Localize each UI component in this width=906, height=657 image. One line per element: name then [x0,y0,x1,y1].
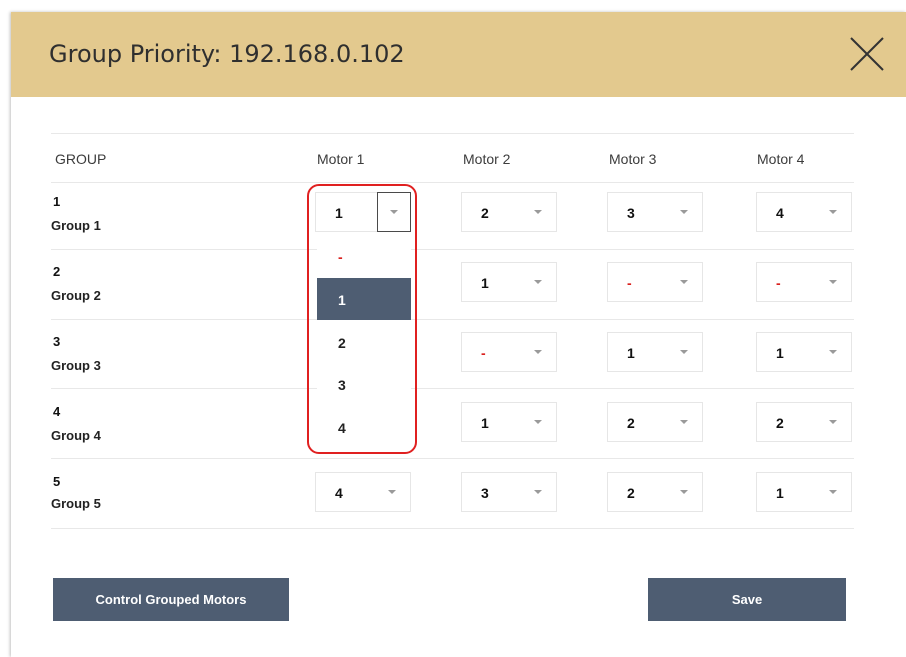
chevron-down-icon [534,280,542,284]
chevron-down-icon [388,490,396,494]
motor-2-select-group-3[interactable]: - [461,332,557,372]
select-value: 1 [481,275,489,291]
row-divider [51,249,854,250]
group-number: 3 [53,334,61,349]
chevron-down-icon [534,350,542,354]
group-number: 5 [53,474,61,489]
select-value: 1 [776,345,784,361]
group-number: 4 [53,404,61,419]
motor-3-select-group-2[interactable]: - [607,262,703,302]
chevron-down-icon [680,210,688,214]
close-icon[interactable] [849,36,885,72]
row-divider [51,388,854,389]
motor-4-select-group-2[interactable]: - [756,262,852,302]
group-name: Group 5 [51,496,101,511]
chevron-down-icon [680,420,688,424]
motor-2-select-group-1[interactable]: 2 [461,192,557,232]
motor-4-select-group-1[interactable]: 4 [756,192,852,232]
dropdown-option-4[interactable]: 4 [317,406,411,439]
chevron-down-icon [829,280,837,284]
select-value: 4 [335,485,343,501]
row-divider [51,458,854,459]
select-value: 2 [776,415,784,431]
select-value: - [776,275,781,291]
dropdown-option-2[interactable]: 2 [317,321,411,363]
save-button[interactable]: Save [648,578,846,621]
motor-3-select-group-5[interactable]: 2 [607,472,703,512]
group-name: Group 4 [51,428,101,443]
motor-4-select-group-3[interactable]: 1 [756,332,852,372]
column-header-motor-1: Motor 1 [317,151,365,167]
dialog-header: Group Priority: 192.168.0.102 [11,12,906,97]
motor-1-dropdown-list: - 1 2 3 4 [317,249,411,439]
chevron-down-icon [534,420,542,424]
chevron-down-icon [390,210,398,214]
select-value: 2 [481,205,489,221]
chevron-down-icon [829,420,837,424]
column-header-motor-4: Motor 4 [757,151,805,167]
group-name: Group 1 [51,218,101,233]
motor-2-select-group-5[interactable]: 3 [461,472,557,512]
select-value: 3 [481,485,489,501]
select-value: 2 [627,415,635,431]
motor-3-select-group-4[interactable]: 2 [607,402,703,442]
motor-3-select-group-3[interactable]: 1 [607,332,703,372]
select-value: 1 [335,205,343,221]
control-grouped-motors-button[interactable]: Control Grouped Motors [53,578,289,621]
group-priority-dialog: Group Priority: 192.168.0.102 GROUP Moto… [11,12,906,657]
chevron-down-icon [829,490,837,494]
chevron-down-icon [829,210,837,214]
select-value: 2 [627,485,635,501]
motor-4-select-group-5[interactable]: 1 [756,472,852,512]
chevron-down-icon [534,210,542,214]
dropdown-option-3[interactable]: 3 [317,363,411,405]
select-value: 4 [776,205,784,221]
group-name: Group 2 [51,288,101,303]
select-value: - [481,345,486,361]
motor-2-select-group-2[interactable]: 1 [461,262,557,302]
motor-2-select-group-4[interactable]: 1 [461,402,557,442]
motor-1-select-group-5[interactable]: 4 [315,472,411,512]
column-header-motor-2: Motor 2 [463,151,511,167]
table-top-divider [51,133,854,134]
chevron-down-icon [829,350,837,354]
group-name: Group 3 [51,358,101,373]
group-number: 2 [53,264,61,279]
motor-1-select-group-1[interactable]: 1 [315,192,411,232]
header-row-divider [51,182,854,183]
select-value: 1 [776,485,784,501]
dropdown-option-none[interactable]: - [317,249,411,273]
select-value: - [627,275,632,291]
dropdown-option-1[interactable]: 1 [317,278,411,320]
chevron-down-icon [680,350,688,354]
column-header-motor-3: Motor 3 [609,151,657,167]
dialog-title: Group Priority: 192.168.0.102 [49,40,405,68]
select-value: 1 [627,345,635,361]
select-value: 3 [627,205,635,221]
select-value: 1 [481,415,489,431]
chevron-down-icon [680,280,688,284]
column-header-group: GROUP [55,151,107,167]
table-bottom-divider [51,528,854,529]
chevron-down-icon [534,490,542,494]
row-divider [51,319,854,320]
chevron-down-icon [680,490,688,494]
motor-3-select-group-1[interactable]: 3 [607,192,703,232]
group-number: 1 [53,194,61,209]
motor-4-select-group-4[interactable]: 2 [756,402,852,442]
